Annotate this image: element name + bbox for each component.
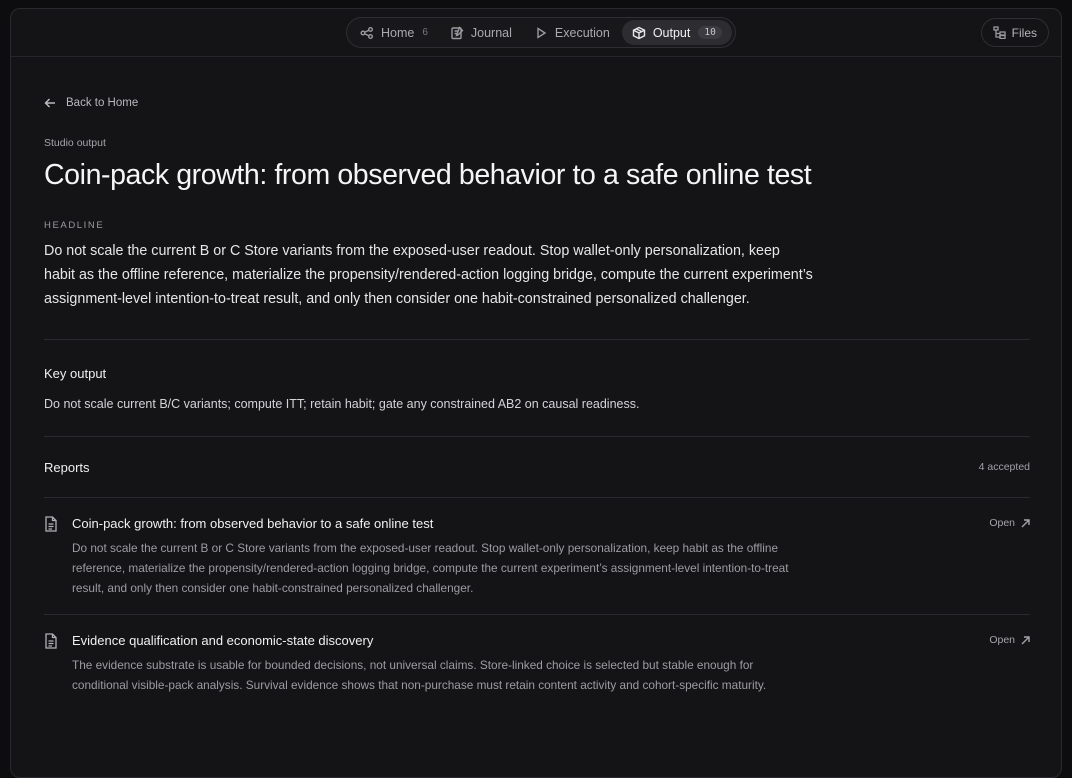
main-content: Back to Home Studio output Coin-pack gro… bbox=[44, 57, 1030, 711]
file-tree-icon bbox=[993, 26, 1006, 39]
headline-label: HEADLINE bbox=[44, 220, 105, 231]
back-to-home-link[interactable]: Back to Home bbox=[44, 97, 1030, 109]
report-open-link[interactable]: Open bbox=[989, 634, 1030, 646]
tab-home-label: Home bbox=[381, 25, 415, 40]
report-item[interactable]: Coin-pack growth: from observed behavior… bbox=[44, 497, 1030, 614]
home-graph-icon bbox=[360, 26, 373, 39]
external-arrow-icon bbox=[1021, 518, 1030, 527]
arrow-left-icon bbox=[44, 98, 55, 108]
report-description: The evidence substrate is usable for bou… bbox=[72, 658, 767, 692]
document-icon bbox=[45, 516, 57, 532]
back-label: Back to Home bbox=[66, 97, 139, 109]
main-nav: Home 6 Journal Execution Output 10 bbox=[346, 17, 736, 48]
tab-journal[interactable]: Journal bbox=[440, 20, 522, 45]
reports-count: 4 accepted bbox=[978, 461, 1030, 473]
report-item[interactable]: Evidence qualification and economic-stat… bbox=[44, 614, 1030, 711]
page-eyebrow: Studio output bbox=[44, 137, 106, 149]
tab-home[interactable]: Home 6 bbox=[350, 20, 438, 45]
files-label: Files bbox=[1011, 25, 1037, 40]
top-bar: Home 6 Journal Execution Output 10 Files bbox=[11, 9, 1061, 57]
report-open-link[interactable]: Open bbox=[989, 517, 1030, 529]
tab-execution[interactable]: Execution bbox=[524, 20, 620, 45]
files-button[interactable]: Files bbox=[980, 18, 1049, 47]
tab-output-count: 10 bbox=[698, 26, 722, 39]
open-label: Open bbox=[989, 517, 1015, 529]
key-output-section: Key output Do not scale current B/C vari… bbox=[44, 339, 1030, 411]
tab-output[interactable]: Output 10 bbox=[621, 20, 732, 45]
reports-title: Reports bbox=[44, 459, 90, 475]
document-icon bbox=[45, 633, 57, 649]
headline-text: Do not scale the current B or C Store va… bbox=[44, 243, 813, 307]
report-description: Do not scale the current B or C Store va… bbox=[72, 541, 789, 595]
tab-execution-label: Execution bbox=[554, 25, 610, 40]
key-output-text: Do not scale current B/C variants; compu… bbox=[44, 397, 640, 411]
tab-home-count: 6 bbox=[422, 27, 428, 38]
page-title: Coin-pack growth: from observed behavior… bbox=[44, 159, 812, 191]
report-title: Evidence qualification and economic-stat… bbox=[72, 633, 374, 648]
key-output-title: Key output bbox=[44, 366, 107, 381]
tab-output-label: Output bbox=[652, 25, 691, 40]
box-icon bbox=[632, 26, 646, 39]
open-label: Open bbox=[989, 634, 1015, 646]
journal-icon bbox=[451, 25, 464, 39]
report-title: Coin-pack growth: from observed behavior… bbox=[72, 516, 434, 531]
play-icon bbox=[537, 26, 547, 39]
app-window: Home 6 Journal Execution Output 10 Files bbox=[10, 8, 1062, 778]
reports-header: Reports 4 accepted bbox=[44, 437, 1030, 497]
tab-journal-label: Journal bbox=[470, 25, 512, 40]
external-arrow-icon bbox=[1021, 635, 1030, 644]
